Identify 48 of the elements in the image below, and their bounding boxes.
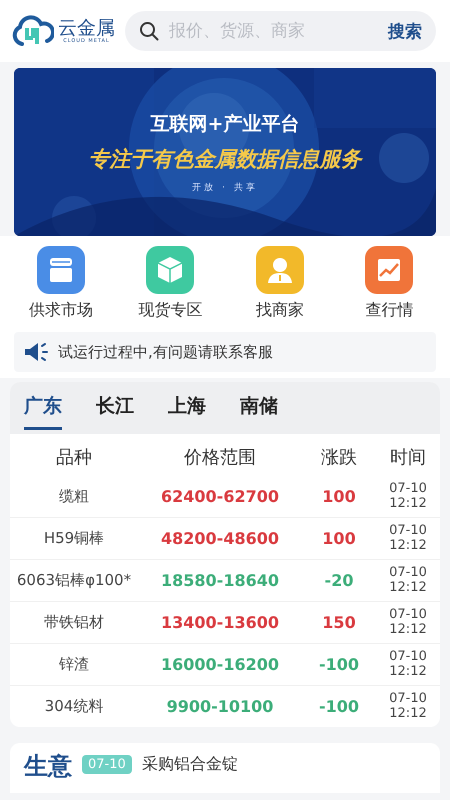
search-button[interactable]: 搜索	[388, 20, 422, 42]
price-change: -100	[318, 697, 360, 716]
region-tab[interactable]: 长江	[96, 392, 134, 430]
price-change: 150	[321, 613, 357, 632]
column-header: 价格范围	[183, 447, 257, 469]
region-tab[interactable]: 广东	[24, 392, 62, 430]
column-header: 品种	[55, 447, 93, 469]
product-name: H59铜棒	[42, 529, 106, 548]
date-tag: 07-10	[82, 754, 132, 774]
section-title: 生意	[24, 753, 72, 782]
update-time: 07-10 12:12	[388, 566, 428, 596]
notice-text: 试运行过程中,有问题请联系客服	[58, 342, 273, 362]
cloud-logo-icon	[12, 14, 54, 48]
banner-slogan: 专注于有色金属数据信息服务	[88, 146, 362, 172]
nav-shortcut[interactable]: 供求市场	[10, 246, 111, 320]
price-range: 48200-48600	[160, 529, 280, 548]
product-name: 6063铝棒φ100*	[16, 571, 132, 590]
speaker-icon	[24, 342, 48, 362]
nav-shortcut[interactable]: 找商家	[230, 246, 330, 320]
news-link[interactable]: 采购铝合金锭	[142, 754, 238, 774]
price-range: 16000-16200	[160, 655, 280, 674]
update-time: 07-10 12:12	[388, 650, 428, 680]
update-time: 07-10 12:12	[388, 524, 428, 554]
search-icon	[139, 21, 159, 41]
nav-shortcut[interactable]: 查行情	[339, 246, 440, 320]
price-change: -20	[324, 571, 354, 590]
logo-text: 云金属	[58, 18, 115, 38]
product-name: 缆粗	[58, 487, 90, 506]
update-time: 07-10 12:12	[388, 482, 428, 512]
region-tab[interactable]: 南储	[240, 392, 278, 430]
price-change: 100	[321, 487, 357, 506]
price-change: 100	[321, 529, 357, 548]
price-range: 18580-18640	[160, 571, 280, 590]
update-time: 07-10 12:12	[388, 608, 428, 638]
price-range: 62400-62700	[160, 487, 280, 506]
product-name: 锌渣	[58, 655, 90, 674]
price-change: -100	[318, 655, 360, 674]
column-header: 时间	[389, 447, 427, 469]
product-name: 带铁铝材	[43, 613, 105, 632]
update-time: 07-10 12:12	[388, 692, 428, 722]
column-header: 涨跌	[320, 447, 358, 469]
region-tab[interactable]: 上海	[168, 392, 206, 430]
nav-shortcut[interactable]: 现货专区	[120, 246, 220, 320]
banner-tagline: 开放 · 共享	[192, 182, 258, 194]
price-range: 9900-10100	[166, 697, 274, 716]
banner-headline: 互联网+产业平台	[150, 112, 300, 136]
price-range: 13400-13600	[160, 613, 280, 632]
product-name: 304统料	[44, 697, 104, 716]
